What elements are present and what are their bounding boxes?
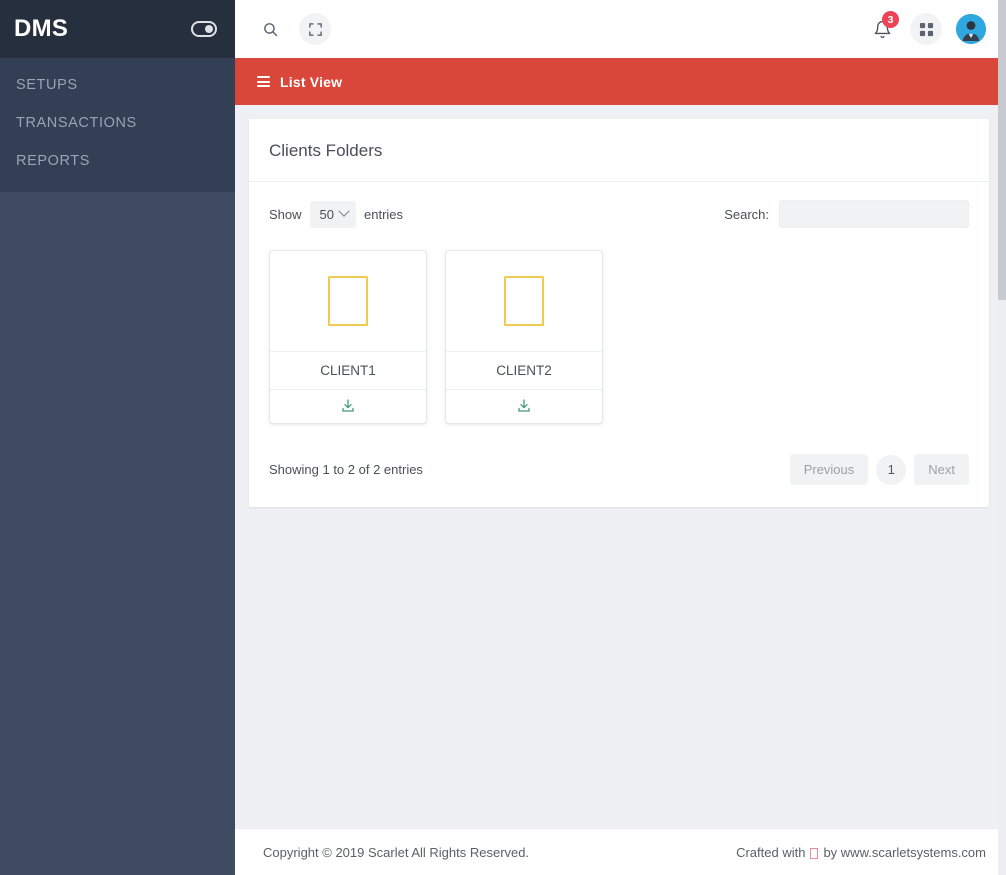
pagination: Previous 1 Next	[789, 454, 969, 485]
show-entries-group: Show 50 entries	[269, 200, 404, 228]
folder-name: CLIENT1	[270, 351, 426, 389]
page-footer: Copyright © 2019 Scarlet All Rights Rese…	[235, 828, 1006, 875]
crafted-suffix: by www.scarletsystems.com	[823, 844, 986, 860]
sidebar-empty-area	[0, 192, 235, 875]
fullscreen-icon[interactable]	[299, 13, 331, 45]
download-icon[interactable]	[446, 389, 602, 423]
sidebar-item-reports[interactable]: REPORTS	[0, 142, 235, 180]
page-size-select[interactable]: 50	[309, 200, 356, 228]
previous-page-button[interactable]: Previous	[789, 454, 869, 485]
folder-card[interactable]: CLIENT2	[445, 250, 603, 424]
search-group: Search:	[724, 200, 969, 228]
folder-card[interactable]: CLIENT1	[269, 250, 427, 424]
showing-entries-info: Showing 1 to 2 of 2 entries	[269, 462, 423, 477]
list-icon	[257, 76, 270, 87]
sidebar-brand-bar: DMS	[0, 0, 235, 58]
chevron-down-icon	[338, 205, 350, 217]
scrollbar-thumb[interactable]	[998, 0, 1006, 300]
panel-body: Show 50 entries Search: CLIENT1 CLIENT2 …	[249, 182, 989, 507]
sidebar: DMS SETUPS TRANSACTIONS REPORTS	[0, 0, 235, 875]
toggle-track	[191, 21, 217, 37]
download-icon[interactable]	[270, 389, 426, 423]
sidebar-menu: SETUPS TRANSACTIONS REPORTS	[0, 58, 235, 192]
app-root: DMS SETUPS TRANSACTIONS REPORTS 3 List V…	[0, 0, 1006, 875]
folder-name: CLIENT2	[446, 351, 602, 389]
sidebar-toggle-icon[interactable]	[191, 21, 217, 37]
copyright-text: Copyright © 2019 Scarlet All Rights Rese…	[263, 844, 530, 860]
folder-glyph	[328, 276, 368, 326]
crafted-prefix: Crafted with	[736, 844, 806, 860]
folders-grid: CLIENT1 CLIENT2	[269, 250, 969, 424]
top-bar-left	[257, 13, 331, 45]
sidebar-item-transactions[interactable]: TRANSACTIONS	[0, 104, 235, 142]
top-bar-right: 3	[868, 11, 990, 45]
show-label: Show	[269, 206, 302, 222]
search-icon[interactable]	[257, 16, 283, 42]
crafted-by-text: Crafted with by www.scarletsystems.com	[736, 845, 986, 860]
folder-icon[interactable]	[270, 251, 426, 351]
folder-glyph	[504, 276, 544, 326]
list-view-bar: List View	[235, 58, 1006, 105]
next-page-button[interactable]: Next	[914, 454, 969, 485]
folder-icon[interactable]	[446, 251, 602, 351]
list-view-label: List View	[280, 73, 343, 90]
user-avatar-icon[interactable]	[956, 14, 986, 44]
page-number-1[interactable]: 1	[876, 454, 907, 485]
grid-apps-icon[interactable]	[910, 13, 942, 45]
clients-folders-panel: Clients Folders Show 50 entries Search: …	[249, 119, 989, 507]
table-footer: Showing 1 to 2 of 2 entries Previous 1 N…	[269, 454, 969, 485]
content-area: Clients Folders Show 50 entries Search: …	[235, 105, 1006, 828]
table-controls: Show 50 entries Search:	[269, 200, 969, 228]
page-title: Clients Folders	[269, 141, 383, 160]
page-scrollbar[interactable]	[998, 0, 1006, 875]
bell-icon[interactable]: 3	[868, 11, 899, 44]
panel-header: Clients Folders	[249, 119, 989, 182]
search-label: Search:	[724, 206, 769, 222]
app-logo: DMS	[14, 15, 69, 42]
sidebar-item-setups[interactable]: SETUPS	[0, 66, 235, 104]
notification-badge: 3	[882, 11, 899, 28]
page-size-value: 50	[319, 206, 334, 222]
search-input[interactable]	[779, 200, 969, 228]
heart-icon	[810, 847, 819, 859]
entries-label: entries	[364, 206, 404, 222]
top-bar: 3	[235, 0, 1006, 58]
toggle-knob	[205, 25, 213, 33]
main-area: 3 List View Clients Folders Show 50 entr…	[235, 0, 1006, 875]
